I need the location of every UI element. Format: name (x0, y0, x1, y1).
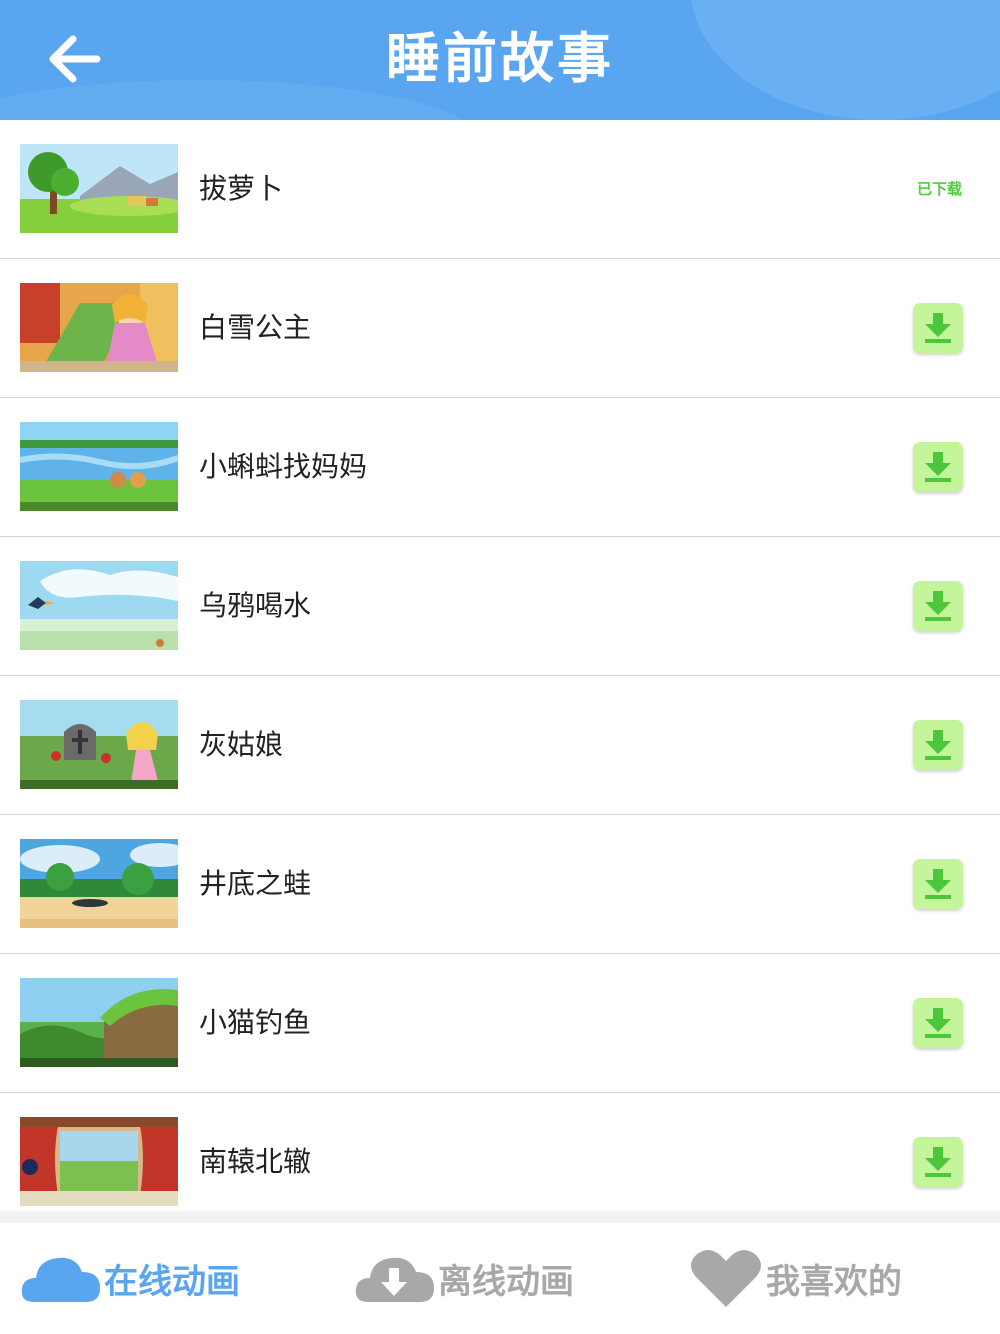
list-item[interactable]: 乌鸦喝水 (0, 537, 1000, 676)
back-arrow-icon (49, 35, 101, 83)
story-thumbnail (20, 561, 178, 650)
download-button[interactable] (913, 859, 963, 909)
bottom-tab-bar: 在线动画 离线动画 我喜欢的 (0, 1223, 1000, 1334)
download-button[interactable] (913, 442, 963, 492)
story-thumbnail (20, 978, 178, 1067)
download-icon (925, 1008, 951, 1038)
story-title: 拔萝卜 (199, 172, 284, 205)
download-button[interactable] (913, 581, 963, 631)
download-button[interactable] (913, 720, 963, 770)
list-item[interactable]: 小猫钓鱼 (0, 954, 1000, 1093)
tab-offline-animation[interactable]: 离线动画 (354, 1223, 574, 1334)
tabbar-separator (0, 1211, 1000, 1223)
cloud-icon (21, 1257, 100, 1302)
top-header: 睡前故事 (0, 0, 1000, 120)
back-button[interactable] (40, 24, 110, 94)
heart-icon (691, 1249, 761, 1307)
story-title: 乌鸦喝水 (199, 589, 312, 622)
download-button[interactable] (913, 1137, 963, 1187)
story-list: 拔萝卜 已下载 白雪公主 小蝌蚪找妈妈 乌鸦喝水 灰姑娘 井底之蛙 小猫钓鱼 南… (0, 120, 1000, 1232)
download-icon (925, 869, 951, 899)
story-thumbnail (20, 144, 178, 233)
download-icon (925, 730, 951, 760)
tab-online-animation[interactable]: 在线动画 (20, 1223, 240, 1334)
story-thumbnail (20, 700, 178, 789)
story-thumbnail (20, 1117, 178, 1206)
tab-favorites[interactable]: 我喜欢的 (688, 1223, 902, 1334)
tab-label: 离线动画 (438, 1262, 574, 1302)
list-item[interactable]: 小蝌蚪找妈妈 (0, 398, 1000, 537)
download-icon (925, 452, 951, 482)
story-title: 井底之蛙 (199, 867, 312, 900)
page-title: 睡前故事 (386, 27, 614, 90)
list-item[interactable]: 井底之蛙 (0, 815, 1000, 954)
story-title: 白雪公主 (199, 311, 312, 344)
download-icon (925, 313, 951, 343)
download-button[interactable] (913, 998, 963, 1048)
cloud-download-icon (355, 1257, 434, 1302)
story-title: 小蝌蚪找妈妈 (199, 450, 368, 483)
tab-label: 我喜欢的 (766, 1262, 902, 1302)
story-thumbnail (20, 422, 178, 511)
story-thumbnail (20, 839, 178, 928)
download-icon (925, 1147, 951, 1177)
tab-label: 在线动画 (104, 1262, 240, 1302)
list-item[interactable]: 白雪公主 (0, 259, 1000, 398)
list-item[interactable]: 拔萝卜 已下载 (0, 120, 1000, 259)
story-title: 小猫钓鱼 (199, 1006, 312, 1039)
downloaded-label: 已下载 (916, 180, 962, 198)
story-title: 灰姑娘 (199, 728, 284, 761)
list-item[interactable]: 灰姑娘 (0, 676, 1000, 815)
download-icon (925, 591, 951, 621)
download-button[interactable] (913, 303, 963, 353)
story-thumbnail (20, 283, 178, 372)
